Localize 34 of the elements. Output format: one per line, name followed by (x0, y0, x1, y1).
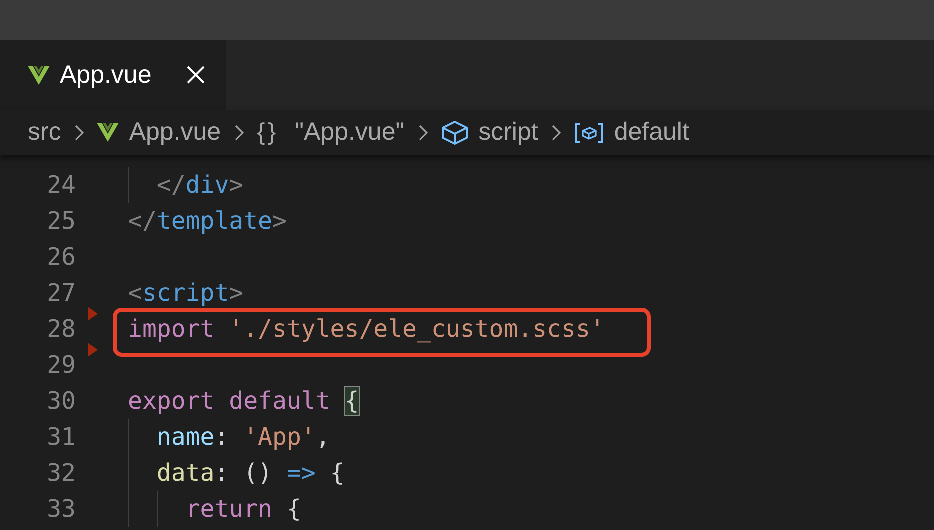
line-number: 27 (46, 279, 76, 307)
code-line: <script> (128, 279, 244, 307)
line-number: 31 (46, 423, 76, 451)
code-line: </div> (156, 171, 244, 199)
breadcrumb-item[interactable]: {} "App.vue" (257, 118, 405, 147)
code-line: data: () => { (156, 459, 345, 487)
editor-tab[interactable]: App.vue (0, 40, 226, 110)
breadcrumb-item[interactable]: script (440, 118, 538, 147)
chevron-right-icon (416, 122, 429, 142)
line-number: 32 (46, 459, 76, 487)
variable-icon (574, 122, 604, 144)
line-number: 30 (46, 387, 76, 415)
close-button[interactable] (186, 65, 206, 85)
chevron-right-icon (550, 122, 562, 142)
vue-logo-icon (97, 122, 120, 143)
code-line: import './styles/ele_custom.scss' (128, 315, 605, 343)
line-number: 25 (46, 207, 76, 235)
cube-icon (440, 120, 469, 146)
line-number: 24 (46, 171, 76, 199)
close-icon (186, 65, 206, 85)
breadcrumb-item[interactable]: default (574, 118, 690, 147)
code-line: </template> (128, 207, 287, 235)
chevron-right-icon (73, 122, 86, 142)
code-line: export default { (128, 387, 360, 415)
code-line: name: 'App', (156, 423, 330, 451)
vue-logo-icon (28, 64, 50, 86)
line-number: 29 (46, 351, 76, 379)
code-line: return { (184, 495, 302, 523)
line-number: 26 (46, 243, 76, 271)
line-number: 28 (46, 315, 76, 343)
breadcrumb-item[interactable]: src (28, 118, 62, 147)
line-number: 33 (46, 495, 76, 523)
chevron-right-icon (233, 122, 246, 142)
breadcrumb-item[interactable]: App.vue (97, 118, 222, 147)
